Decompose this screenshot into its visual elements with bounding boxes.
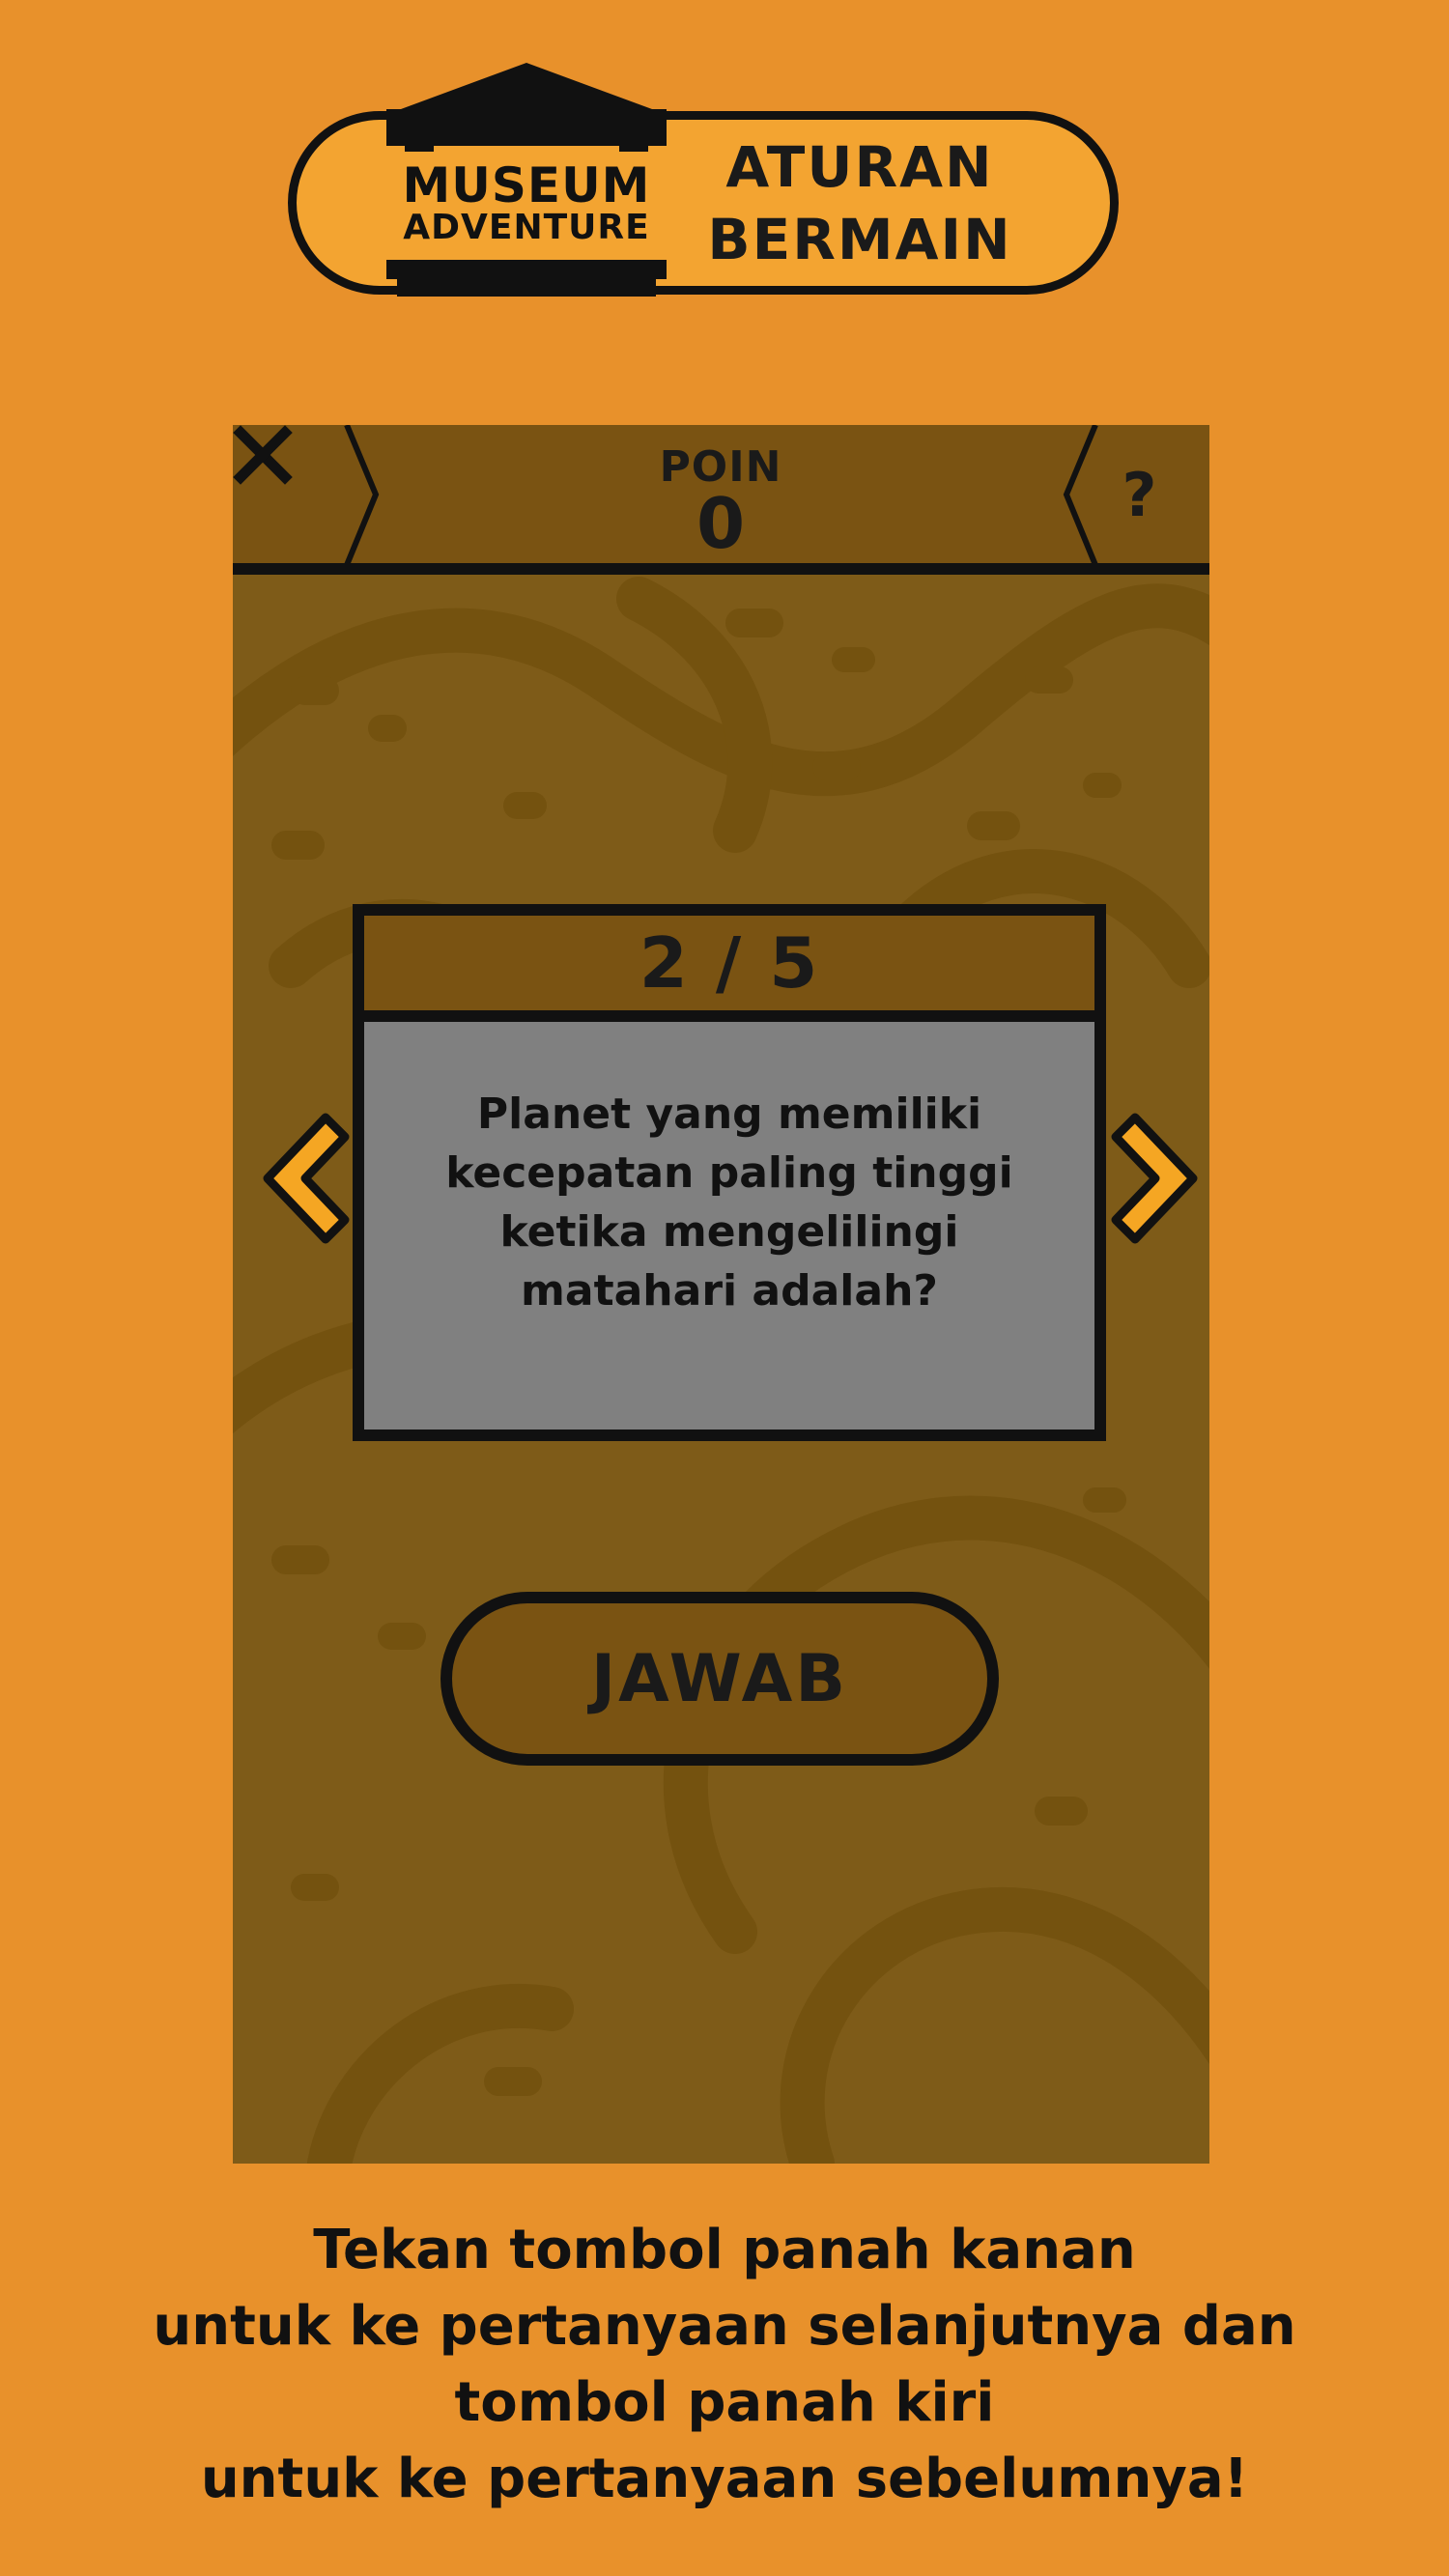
page-title-line2: BERMAIN <box>707 207 1012 272</box>
close-button[interactable] <box>233 425 373 565</box>
logo-text-adventure: ADVENTURE <box>403 208 650 247</box>
question-line: Planet yang memiliki <box>476 1090 982 1139</box>
question-card: 2 / 5 Planet yang memiliki kecepatan pal… <box>353 904 1106 1441</box>
instruction-text: Tekan tombol panah kanan untuk ke pertan… <box>39 2212 1410 2517</box>
top-bar: POIN 0 ? <box>233 425 1209 577</box>
logo-text-museum: MUSEUM <box>402 157 651 213</box>
help-button[interactable]: ? <box>1069 425 1209 565</box>
answer-button[interactable]: JAWAB <box>440 1592 999 1766</box>
question-counter: 2 / 5 <box>364 916 1094 1022</box>
question-line: matahari adalah? <box>521 1266 938 1316</box>
score-value: 0 <box>696 483 746 564</box>
instruction-line: untuk ke pertanyaan selanjutnya dan <box>153 2295 1296 2358</box>
close-icon <box>233 425 293 485</box>
instruction-line: Tekan tombol panah kanan <box>313 2219 1136 2281</box>
instruction-line: untuk ke pertanyaan sebelumnya! <box>200 2448 1249 2510</box>
museum-adventure-logo: MUSEUM ADVENTURE <box>382 63 671 299</box>
previous-question-button[interactable] <box>250 1106 356 1251</box>
chevron-left-icon <box>263 1113 350 1244</box>
question-line: ketika mengelilingi <box>499 1207 959 1257</box>
next-question-button[interactable] <box>1104 1106 1209 1251</box>
chevron-right-icon <box>1111 1113 1198 1244</box>
page-title-line1: ATURAN <box>725 134 994 200</box>
instruction-line: tombol panah kiri <box>454 2371 995 2434</box>
question-line: kecepatan paling tinggi <box>445 1148 1013 1198</box>
question-text: Planet yang memiliki kecepatan paling ti… <box>403 1085 1056 1320</box>
game-screen: POIN 0 ? 2 / 5 Planet yang memiliki kece… <box>233 425 1209 2164</box>
